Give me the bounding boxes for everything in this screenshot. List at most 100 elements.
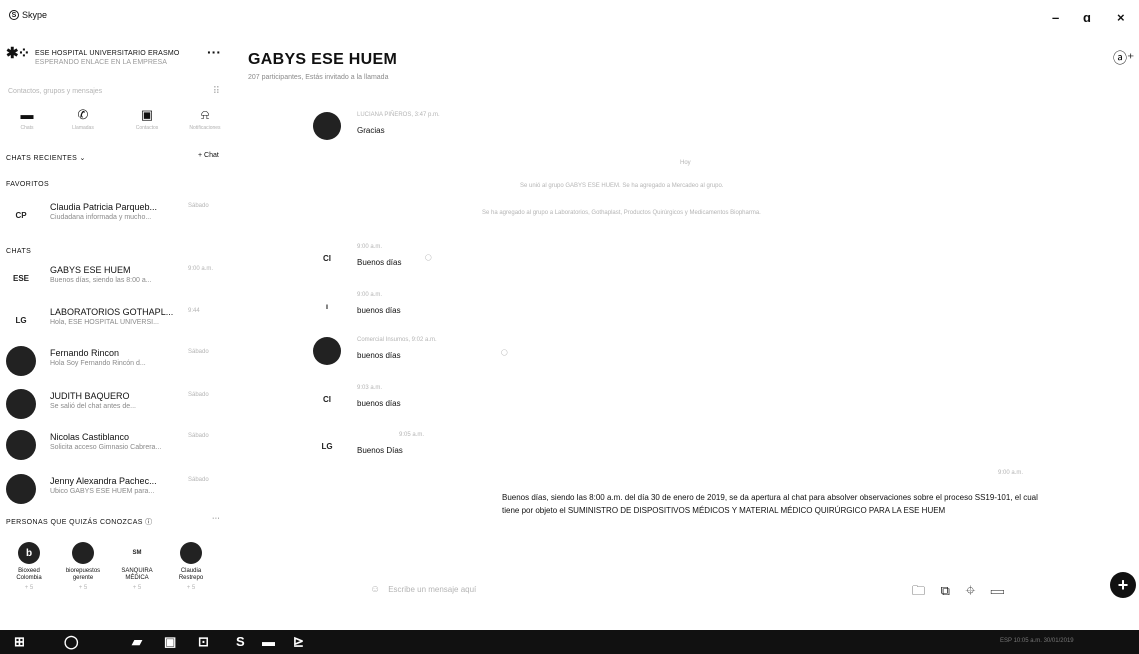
system-message: Se ha agregado al grupo a Laboratorios, …: [482, 210, 761, 216]
reaction-icon[interactable]: ◯: [425, 254, 432, 261]
avatar: SM: [132, 550, 142, 556]
avatar: [180, 542, 202, 564]
chat-nicolas-castiblanco[interactable]: Nicolas Castiblanco Solicita acceso Gimn…: [6, 430, 236, 464]
composer-tools[interactable]: 🗀 ⧉ ⌖ ▭: [912, 582, 1010, 604]
avatar: CI: [323, 253, 331, 263]
contact-preview: Hola Soy Fernando Rincón d...: [50, 360, 146, 367]
avatar: b: [18, 542, 40, 564]
contact-name: Jenny Alexandra Pachec...: [50, 476, 157, 486]
contact-preview: Solicita acceso Gimnasio Cabrera...: [50, 444, 162, 451]
chat-jenny-alexandra[interactable]: Jenny Alexandra Pachec... Ubico GABYS ES…: [6, 474, 236, 508]
new-chat-button[interactable]: + Chat: [198, 152, 219, 159]
search-placeholder: Contactos, grupos y mensajes: [8, 88, 103, 95]
add-person-icon[interactable]: ⓐ⁺: [1113, 48, 1134, 68]
message-input[interactable]: ☺ Escribe un mensaje aquí: [370, 584, 476, 595]
contact-name: JUDITH BAQUERO: [50, 391, 130, 401]
chat-judith-baquero[interactable]: JUDITH BAQUERO Se salió del chat antes d…: [6, 389, 236, 423]
chat-fernando-rincon[interactable]: Fernando Rincon Hola Soy Fernando Rincón…: [6, 346, 236, 380]
profile-avatar[interactable]: ✱⁘: [6, 44, 34, 70]
message-body: Buenos Días: [357, 446, 403, 455]
recent-chats-header[interactable]: CHATS RECIENTES ⌄: [6, 154, 86, 162]
maximize-button[interactable]: ɑ: [1083, 10, 1091, 25]
reaction-icon[interactable]: ◯: [501, 349, 508, 356]
nav-notifications[interactable]: ⍾ Notificaciones: [180, 107, 230, 132]
nav-calls[interactable]: ✆ Llamadas: [58, 107, 108, 132]
contact-time: Sábado: [188, 433, 209, 439]
avatar: [6, 430, 36, 460]
avatar: CI: [323, 394, 331, 404]
avatar: ESE: [12, 273, 29, 283]
avatar: LG: [321, 441, 333, 451]
plus-button[interactable]: +: [1110, 572, 1136, 598]
file-explorer-icon[interactable]: ▰: [132, 634, 142, 650]
start-icon[interactable]: ⊞: [14, 634, 25, 650]
message-body: buenos días: [357, 306, 401, 315]
app-icon[interactable]: ⊵: [293, 634, 304, 650]
nav-chats[interactable]: ▬ Chats: [2, 107, 52, 132]
contact-time: Sábado: [188, 392, 209, 398]
message-body: buenos días: [357, 351, 401, 360]
contact-name: Fernando Rincon: [50, 348, 120, 358]
nav-contacts[interactable]: ▣ Contactos: [122, 107, 172, 132]
own-message-time: 9:00 a.m.: [998, 470, 1024, 476]
search-icon[interactable]: ◯: [64, 634, 79, 650]
emoji-icon[interactable]: ☺: [370, 584, 380, 595]
contact-preview: Hola, ESE HOSPITAL UNIVERSI...: [50, 319, 159, 326]
minimize-button[interactable]: –: [1052, 10, 1059, 25]
dialpad-icon[interactable]: ⠿: [213, 86, 220, 97]
message-sender: Comercial Insumos, 9:02 a.m.: [357, 337, 437, 343]
phone-icon: ✆: [77, 107, 89, 122]
day-divider: Hoy: [680, 160, 691, 166]
skype-logo-icon: S: [9, 10, 19, 20]
conversation-subtitle: 207 participantes, Estás invitado a la l…: [248, 74, 389, 81]
message-body: Buenos días: [357, 258, 402, 267]
system-tray[interactable]: ESP 10:05 a.m. 30/01/2019: [1000, 638, 1074, 644]
calendar-icon[interactable]: ⊡: [198, 634, 209, 650]
contact-preview: Ciudadana informada y mucho...: [50, 214, 152, 221]
person-suggestion[interactable]: SM SANQUIRA MÉDICA + 5: [114, 542, 160, 591]
contact-name: GABYS ESE HUEM: [50, 265, 131, 275]
contact-preview: Buenos días, siendo las 8:00 a...: [50, 277, 152, 284]
profile-name: ESE HOSPITAL UNIVERSITARIO ERASMO: [35, 50, 180, 57]
people-you-may-know-header: PERSONAS QUE QUIZÁS CONOZCAS ⓘ: [6, 519, 153, 526]
avatar: [313, 337, 341, 365]
contact-name: LABORATORIOS GOTHAPL...: [50, 307, 174, 317]
message-body: buenos días: [357, 399, 401, 408]
bell-icon: ⍾: [200, 107, 210, 122]
conversation-title[interactable]: GABYS ESE HUEM: [248, 51, 397, 69]
message-sender: 9:05 a.m.: [399, 432, 425, 438]
avatar: [6, 474, 36, 504]
chat-laboratorios-gothapl[interactable]: LG LABORATORIOS GOTHAPL... Hola, ESE HOS…: [6, 305, 236, 339]
app-title: S Skype: [9, 10, 47, 20]
app-icon[interactable]: ▬: [262, 634, 275, 649]
contact-time: 9:44: [188, 308, 200, 314]
people-suggestions: b Bioxeed Colombia + 5 biorepuestos gerent…: [6, 542, 236, 616]
skype-taskbar-icon[interactable]: S: [236, 634, 245, 649]
favorites-header: FAVORITOS: [6, 181, 50, 188]
contacts-icon: ▣: [140, 107, 154, 122]
people-more-icon[interactable]: ···: [212, 515, 220, 522]
windows-taskbar: ⊞ ◯ ▰ ▣ ⊡ S ▬ ⊵ ESP 10:05 a.m. 30/01/201…: [0, 630, 1139, 654]
message-sender: 9:03 a.m.: [357, 385, 383, 391]
outlook-icon[interactable]: ▣: [164, 634, 176, 650]
own-message-body: Buenos días, siendo las 8:00 a.m. del dí…: [502, 493, 1038, 515]
message-sender: LUCIANA PIÑEROS, 3:47 p.m.: [357, 112, 440, 118]
contact-name: Claudia Patricia Parqueb...: [50, 202, 158, 212]
message-body: Gracias: [357, 126, 385, 135]
contact-time: 9:00 a.m.: [188, 266, 214, 272]
contact-claudia-parqueb[interactable]: CP Claudia Patricia Parqueb... Ciudadana…: [6, 200, 236, 234]
person-suggestion[interactable]: b Bioxeed Colombia + 5: [6, 542, 52, 591]
close-button[interactable]: ×: [1117, 10, 1125, 25]
person-suggestion[interactable]: biorepuestos gerente + 5: [60, 542, 106, 591]
avatar: [72, 542, 94, 564]
profile-header[interactable]: ✱⁘ ESE HOSPITAL UNIVERSITARIO ERASMO ESP…: [6, 44, 226, 72]
nav-bar: ▬ Chats ✆ Llamadas ▣ Contactos ⍾ Notificacio…: [0, 108, 240, 142]
person-suggestion[interactable]: Claudia Restrepo + 5: [168, 542, 214, 591]
search-input[interactable]: Contactos, grupos y mensajes ⠿: [8, 86, 228, 100]
chat-icon: ▬: [20, 107, 34, 122]
chats-header: CHATS: [6, 248, 32, 255]
more-options-icon[interactable]: ···: [207, 44, 221, 60]
system-message: Se unió al grupo GABYS ESE HUEM. Se ha a…: [520, 183, 724, 189]
app-title-text: Skype: [22, 10, 48, 20]
chat-gabys-ese-huem[interactable]: ESE GABYS ESE HUEM Buenos días, siendo l…: [6, 263, 236, 297]
